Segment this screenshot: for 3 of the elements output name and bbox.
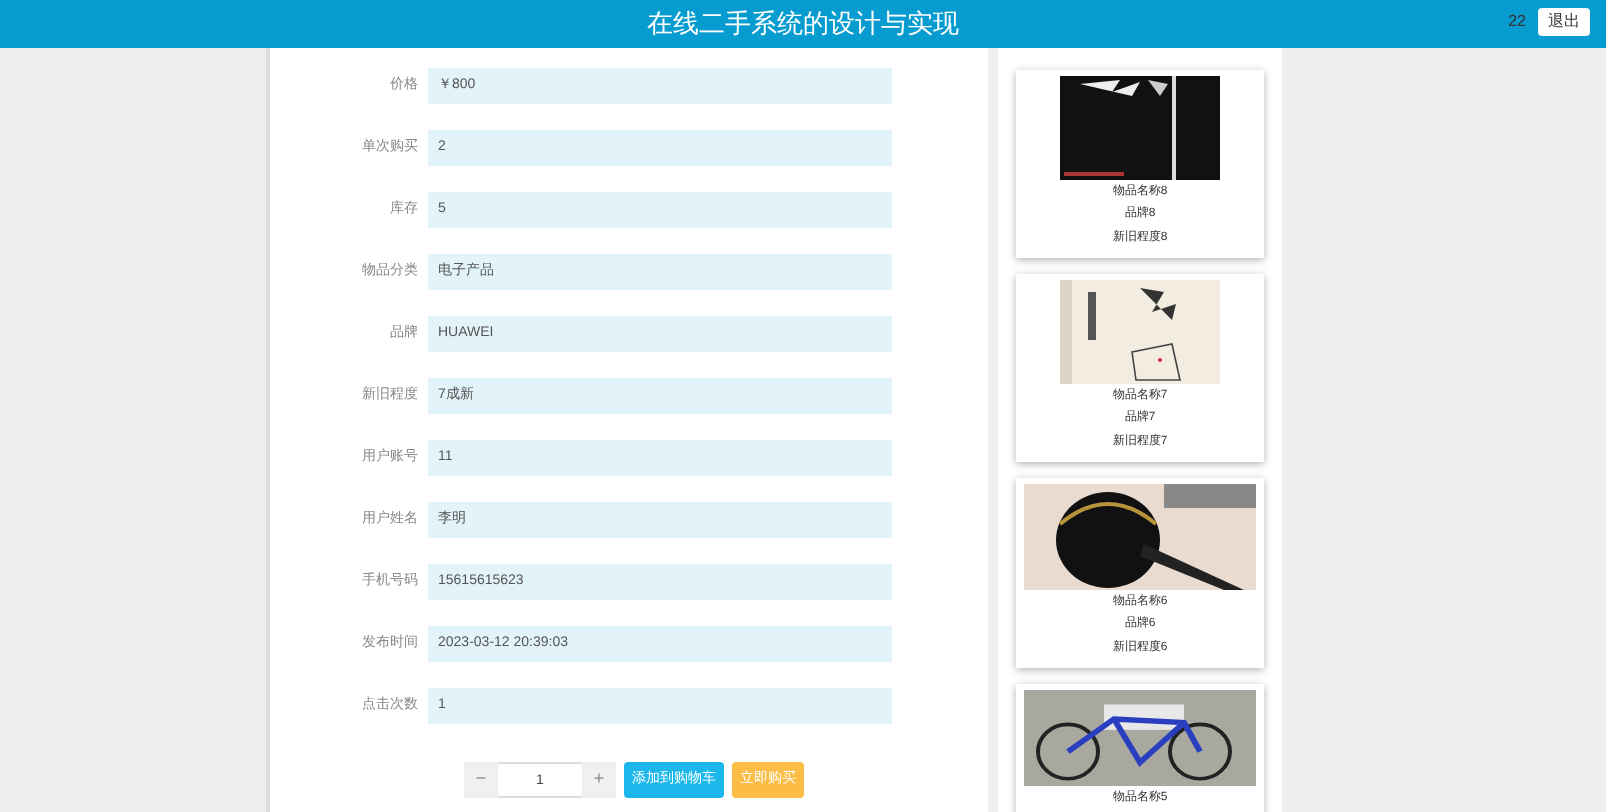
- site-title: 在线二手系统的设计与实现: [647, 6, 959, 43]
- username: 22: [1508, 10, 1526, 34]
- logout-button[interactable]: 退出: [1538, 8, 1590, 36]
